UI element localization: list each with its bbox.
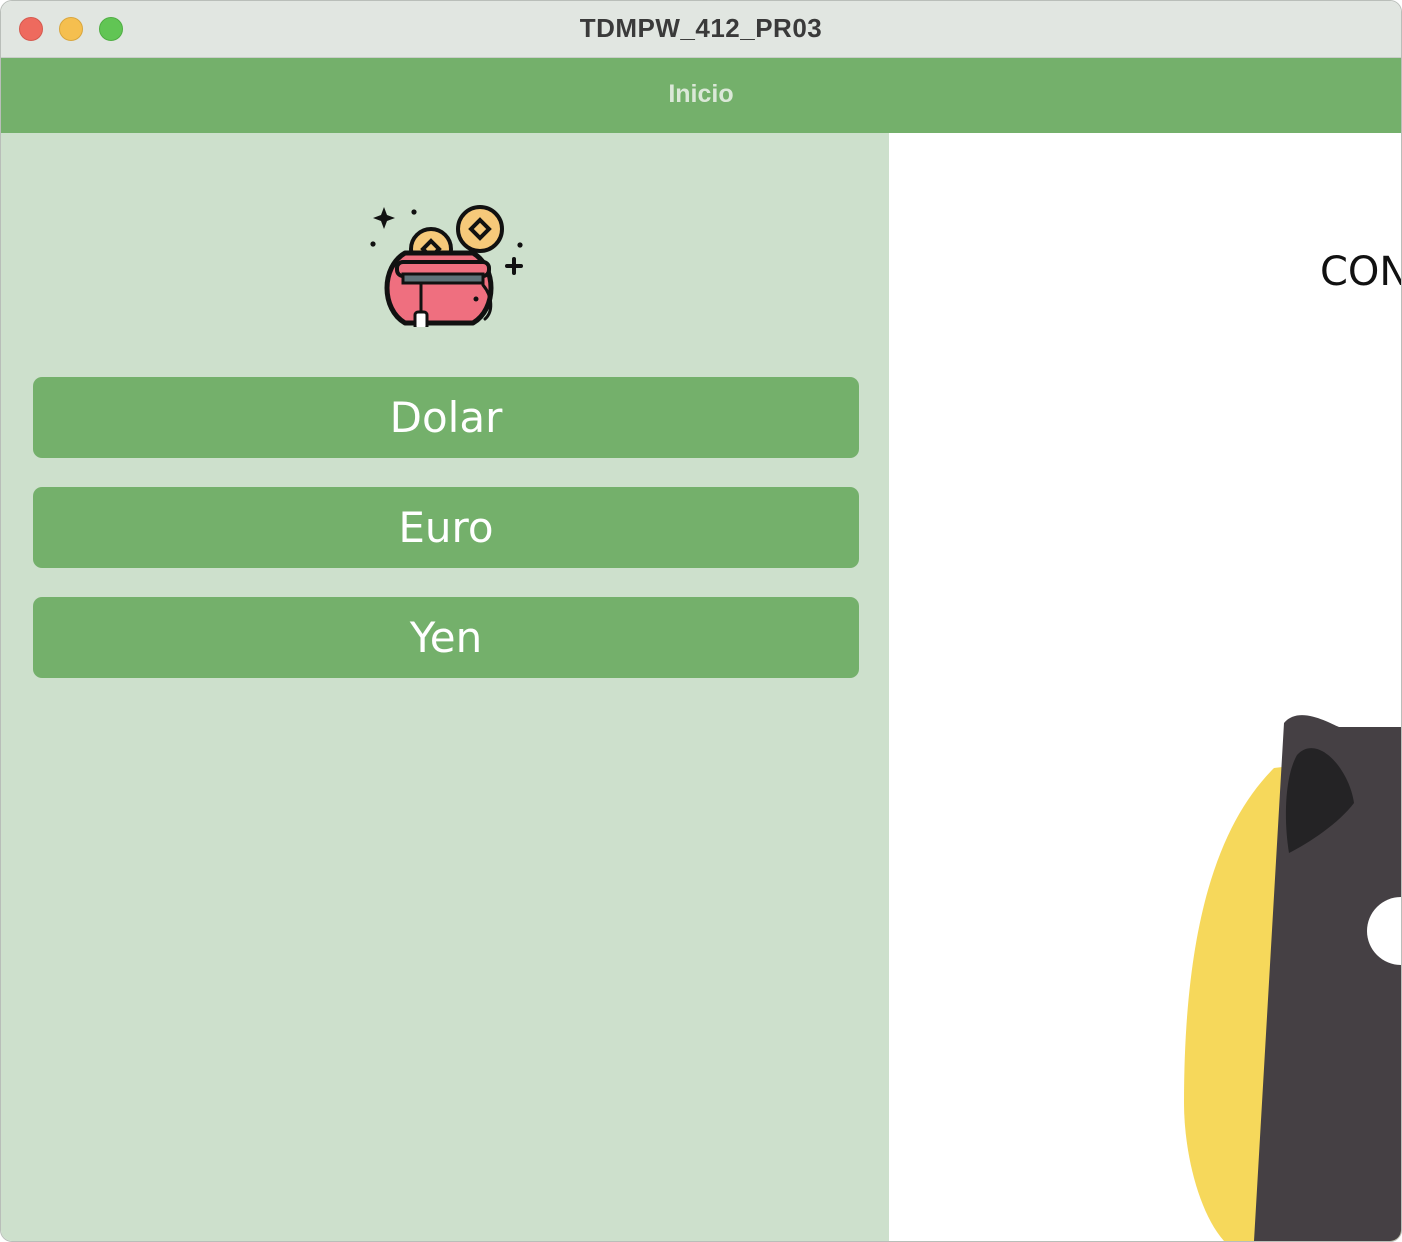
content-heading: CON (1320, 249, 1401, 295)
main-content: CON (889, 133, 1401, 1241)
sidebar: Dolar Euro Yen (1, 133, 889, 1241)
penguin-mascot-icon (1184, 715, 1401, 1241)
dolar-button[interactable]: Dolar (33, 377, 859, 458)
euro-button[interactable]: Euro (33, 487, 859, 568)
app-window: TDMPW_412_PR03 Inicio Dolar Euro Yen CON (0, 0, 1402, 1242)
window-titlebar[interactable]: TDMPW_412_PR03 (1, 1, 1401, 58)
app-bar: Inicio (1, 58, 1401, 133)
window-title: TDMPW_412_PR03 (579, 13, 823, 43)
page-title: Inicio (668, 80, 734, 108)
money-bag-icon (370, 205, 523, 327)
yen-button[interactable]: Yen (33, 597, 859, 678)
